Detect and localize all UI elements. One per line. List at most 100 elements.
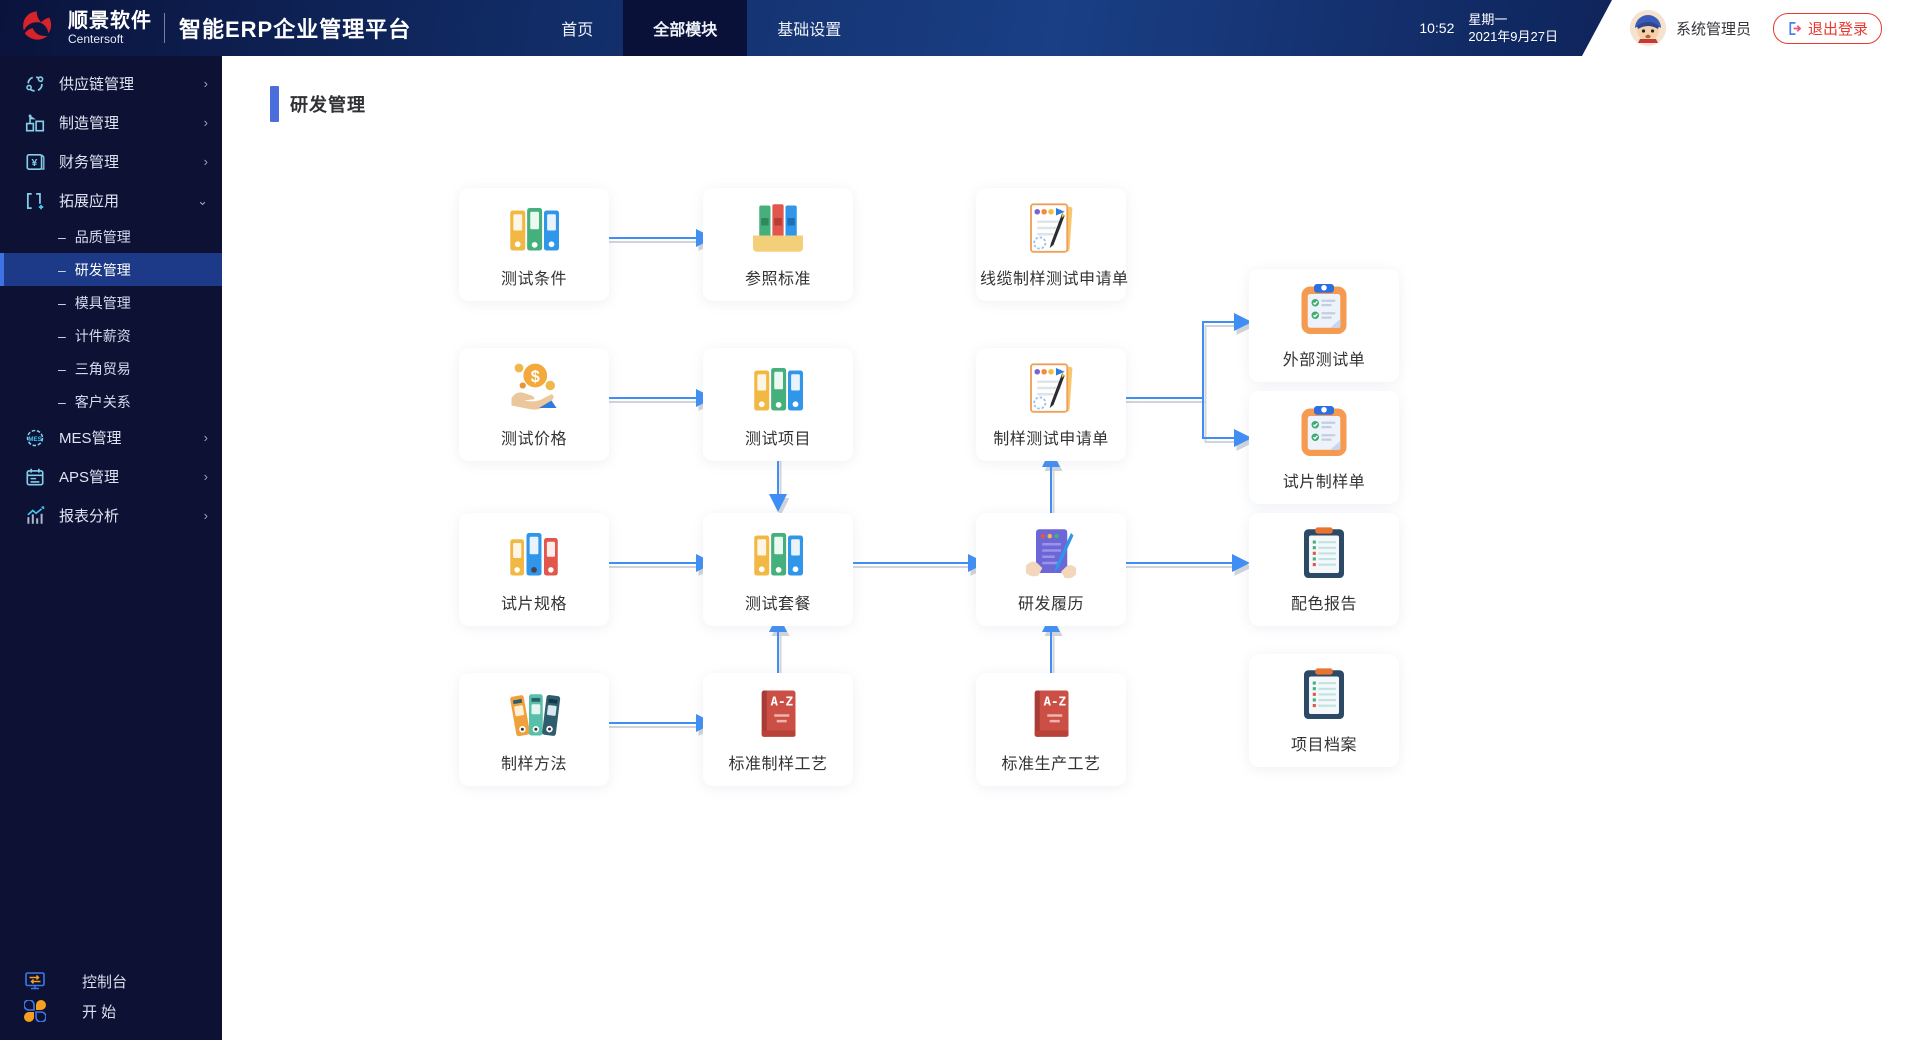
start-icon <box>24 1000 46 1022</box>
tilted-binders-icon <box>504 683 564 743</box>
flow-node-specimen-sampling-order[interactable]: 试片制样单 <box>1249 391 1399 504</box>
flow-node-color-report[interactable]: 配色报告 <box>1249 513 1399 626</box>
sidebar-subitem-label: 品质管理 <box>75 227 131 247</box>
flow-node-label: 外部测试单 <box>1253 346 1395 370</box>
flow-node-sampling-method[interactable]: 制样方法 <box>459 673 609 786</box>
sidebar-item-finance[interactable]: ¥ 财务管理 › <box>0 142 222 181</box>
flow-node-label: 测试条件 <box>463 265 605 289</box>
flow-node-reference-standard[interactable]: 参照标准 <box>703 188 853 301</box>
avatar[interactable] <box>1630 10 1666 46</box>
sidebar-subitem-rnd[interactable]: 研发管理 <box>0 253 222 286</box>
flow-node-test-item[interactable]: 测试项目 <box>703 348 853 461</box>
logo-name: 顺景软件 <box>68 10 152 32</box>
logout-button[interactable]: 退出登录 <box>1773 13 1882 44</box>
start-label: 开 始 <box>82 1001 116 1022</box>
manufacturing-icon <box>24 112 46 134</box>
flow-node-sampling-test-request[interactable]: 制样测试申请单 <box>976 348 1126 461</box>
chevron-right-icon: › <box>204 508 208 523</box>
navy-clipboard-icon <box>1294 664 1354 724</box>
chevron-right-icon: › <box>204 430 208 445</box>
flow-node-label: 配色报告 <box>1253 590 1395 614</box>
sidebar-subitem-piece-wage[interactable]: 计件薪资 <box>0 319 222 352</box>
flow-node-label: 测试套餐 <box>707 590 849 614</box>
sidebar-item-label: 财务管理 <box>59 151 204 172</box>
sidebar-subitem-triangle-trade[interactable]: 三角贸易 <box>0 352 222 385</box>
logout-icon <box>1787 21 1802 36</box>
logo-subtitle: Centersoft <box>68 32 152 46</box>
extension-apps-icon <box>24 190 46 212</box>
sidebar-item-label: MES管理 <box>59 427 204 448</box>
flow-node-test-condition[interactable]: 测试条件 <box>459 188 609 301</box>
sidebar-item-manufacturing[interactable]: 制造管理 › <box>0 103 222 142</box>
sidebar-item-label: APS管理 <box>59 466 204 487</box>
navy-clipboard-icon <box>1294 523 1354 583</box>
chevron-right-icon: › <box>204 154 208 169</box>
chevron-right-icon: › <box>204 115 208 130</box>
arrow-sampling-request-to-external-test <box>1113 322 1250 398</box>
top-header: 顺景软件 Centersoft 智能ERP企业管理平台 首页 全部模块 基础设置… <box>0 0 1920 56</box>
start-button[interactable]: 开 始 <box>0 996 222 1026</box>
sidebar-subitem-label: 三角贸易 <box>75 359 131 379</box>
flow-arrows <box>0 0 1920 1040</box>
flow-node-label: 制样测试申请单 <box>980 425 1122 449</box>
clock-time: 10:52 <box>1419 20 1454 36</box>
flow-node-standard-production-process[interactable]: 标准生产工艺 <box>976 673 1126 786</box>
flow-node-label: 参照标准 <box>707 265 849 289</box>
mes-gear-icon: MES <box>24 427 46 449</box>
flow-node-test-price[interactable]: 测试价格 <box>459 348 609 461</box>
sidebar-item-aps[interactable]: APS管理 › <box>0 457 222 496</box>
flow-node-label: 测试价格 <box>463 425 605 449</box>
date: 2021年9月27日 <box>1468 28 1558 45</box>
document-pen-icon <box>1021 198 1081 258</box>
report-chart-icon <box>24 505 46 527</box>
supply-chain-icon <box>24 73 46 95</box>
divider <box>164 13 165 43</box>
chevron-right-icon: › <box>204 76 208 91</box>
sidebar-subitem-label: 研发管理 <box>75 260 131 280</box>
sidebar-subitem-customer-relation[interactable]: 客户关系 <box>0 385 222 418</box>
logout-label: 退出登录 <box>1808 18 1868 39</box>
sidebar-item-mes[interactable]: MES MES管理 › <box>0 418 222 457</box>
main-nav: 首页 全部模块 基础设置 <box>531 0 871 56</box>
flow-node-label: 标准制样工艺 <box>707 750 849 774</box>
flow-node-project-archive[interactable]: 项目档案 <box>1249 654 1399 767</box>
flow-node-label: 制样方法 <box>463 750 605 774</box>
document-pen-icon <box>1021 358 1081 418</box>
sidebar-item-report-analysis[interactable]: 报表分析 › <box>0 496 222 535</box>
sidebar-item-label: 供应链管理 <box>59 73 204 94</box>
flow-node-external-test-order[interactable]: 外部测试单 <box>1249 269 1399 382</box>
tab-basic-settings[interactable]: 基础设置 <box>747 0 871 56</box>
header-user-area: 系统管理员 退出登录 <box>1582 0 1920 56</box>
sidebar-subitem-quality[interactable]: 品质管理 <box>0 220 222 253</box>
sidebar-subitem-mold[interactable]: 模具管理 <box>0 286 222 319</box>
sidebar-item-supply-chain[interactable]: 供应链管理 › <box>0 64 222 103</box>
binders-icon <box>504 198 564 258</box>
flow-node-standard-sampling-process[interactable]: 标准制样工艺 <box>703 673 853 786</box>
sidebar-item-label: 报表分析 <box>59 505 204 526</box>
flow-node-rnd-history[interactable]: 研发履历 <box>976 513 1126 626</box>
flow-node-label: 测试项目 <box>707 425 849 449</box>
flow-node-label: 试片制样单 <box>1253 468 1395 492</box>
header-datetime: 10:52 星期一 2021年9月27日 <box>1419 0 1558 56</box>
flow-node-test-package[interactable]: 测试套餐 <box>703 513 853 626</box>
binders-icon <box>748 358 808 418</box>
purple-doc-hands-icon <box>1021 523 1081 583</box>
chevron-right-icon: › <box>204 469 208 484</box>
sidebar-item-extension-apps[interactable]: 拓展应用 ⌄ <box>0 181 222 220</box>
aps-calendar-icon <box>24 466 46 488</box>
centersoft-logo-icon <box>16 7 58 49</box>
svg-text:MES: MES <box>28 435 41 442</box>
orange-clipboard-icon <box>1294 401 1354 461</box>
flow-node-specimen-spec[interactable]: 试片规格 <box>459 513 609 626</box>
sidebar-subitem-label: 计件薪资 <box>75 326 131 346</box>
sidebar-subitem-label: 客户关系 <box>75 392 131 412</box>
flow-node-cable-sampling-test-request[interactable]: 线缆制样测试申请单 <box>976 188 1126 301</box>
chevron-down-icon: ⌄ <box>197 193 208 209</box>
finance-icon: ¥ <box>24 151 46 173</box>
tab-home[interactable]: 首页 <box>531 0 623 56</box>
binders-icon <box>748 523 808 583</box>
flow-node-label: 标准生产工艺 <box>980 750 1122 774</box>
tab-all-modules[interactable]: 全部模块 <box>623 0 747 56</box>
console-icon <box>24 970 46 992</box>
console-button[interactable]: 控制台 <box>0 966 222 996</box>
